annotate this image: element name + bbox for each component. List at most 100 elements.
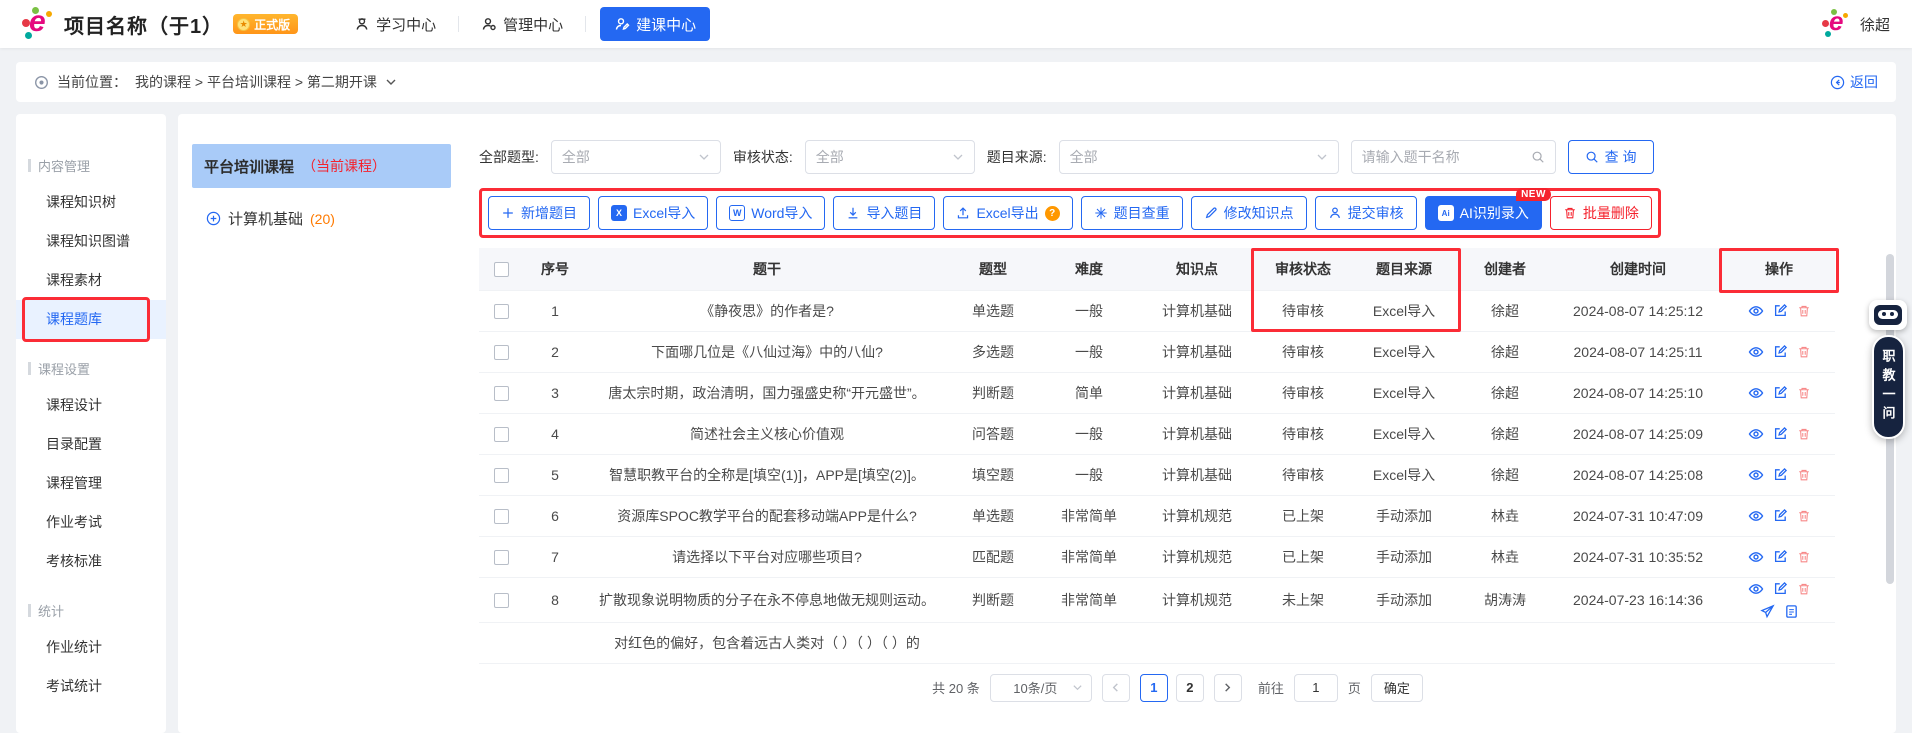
assistant-widget-label[interactable]: 职教一问 — [1871, 335, 1905, 439]
sidebar-item-目录配置[interactable]: 目录配置 — [16, 425, 166, 464]
delete-action-icon[interactable] — [1797, 582, 1811, 596]
row-checkbox[interactable] — [493, 304, 509, 320]
toolbar-button-题目查重[interactable]: 题目查重 — [1080, 196, 1183, 230]
view-action-icon[interactable] — [1748, 549, 1764, 565]
created-time: 2024-08-07 14:25:08 — [1553, 454, 1723, 496]
type-filter-select[interactable]: 全部 — [550, 140, 721, 174]
nav-item-label: 管理中心 — [503, 16, 564, 34]
sidebar-item-课程设计[interactable]: 课程设计 — [16, 386, 166, 425]
stem-search-input[interactable] — [1361, 149, 1531, 165]
status-filter-select[interactable]: 全部 — [804, 140, 975, 174]
delete-action-icon[interactable] — [1797, 550, 1811, 564]
page-number-2[interactable]: 2 — [1175, 673, 1204, 702]
created-time: 2024-07-23 16:14:36 — [1553, 577, 1723, 623]
confirm-button[interactable]: 确定 — [1370, 673, 1423, 702]
row-checkbox[interactable] — [493, 427, 509, 443]
sidebar-item-课程知识树[interactable]: 课程知识树 — [16, 183, 166, 222]
row-checkbox[interactable] — [493, 345, 509, 361]
column-header-序号: 序号 — [523, 248, 587, 290]
row-checkbox[interactable] — [493, 386, 509, 402]
page-size-select[interactable]: 10条/页 — [989, 673, 1092, 702]
nav-item-建课中心[interactable]: 建课中心 — [600, 7, 711, 41]
view-action-icon[interactable] — [1748, 467, 1764, 483]
source-filter-value: 全部 — [1069, 149, 1098, 165]
edit-action-icon[interactable] — [1773, 508, 1788, 523]
sidebar-item-作业统计[interactable]: 作业统计 — [16, 628, 166, 667]
sidebar-section: 内容管理 课程知识树 课程知识图谱 课程素材 课程题库 — [16, 156, 166, 342]
edit-action-icon[interactable] — [1773, 467, 1788, 482]
question-type: 问答题 — [947, 413, 1039, 455]
row-checkbox[interactable] — [493, 593, 509, 609]
question-type: 单选题 — [947, 495, 1039, 537]
row-checkbox[interactable] — [493, 509, 509, 525]
course-tree-current[interactable]: 平台培训课程 （当前课程） — [192, 144, 451, 188]
edit-action-icon[interactable] — [1773, 426, 1788, 441]
sidebar-item-作业考试[interactable]: 作业考试 — [16, 503, 166, 542]
prev-page-button[interactable] — [1101, 673, 1130, 702]
review-status: 待审核 — [1255, 331, 1351, 373]
toolbar-button-导入题目[interactable]: 导入题目 — [833, 196, 936, 230]
sidebar-item-考核标准[interactable]: 考核标准 — [16, 542, 166, 581]
expand-plus-icon[interactable] — [206, 211, 221, 226]
back-button[interactable]: 返回 — [1830, 72, 1878, 92]
row-actions — [1740, 385, 1818, 401]
chevron-right-icon — [1225, 683, 1231, 692]
sidebar-item-考试统计[interactable]: 考试统计 — [16, 667, 166, 706]
delete-action-icon[interactable] — [1797, 304, 1811, 318]
view-action-icon[interactable] — [1748, 344, 1764, 360]
edit-action-icon[interactable] — [1773, 385, 1788, 400]
view-action-icon[interactable] — [1748, 508, 1764, 524]
edit-action-icon[interactable] — [1773, 549, 1788, 564]
export-action-icon[interactable] — [1784, 604, 1799, 619]
row-checkbox[interactable] — [493, 468, 509, 484]
edit-action-icon[interactable] — [1773, 344, 1788, 359]
view-action-icon[interactable] — [1748, 303, 1764, 319]
toolbar-button-Excel导入[interactable]: X Excel导入 — [598, 196, 709, 230]
page-number-1[interactable]: 1 — [1139, 673, 1168, 702]
edit-action-icon[interactable] — [1773, 581, 1788, 596]
current-course-name: 平台培训课程 — [204, 158, 295, 176]
review-status: 待审核 — [1255, 413, 1351, 455]
sidebar-item-课程题库[interactable]: 课程题库 — [16, 297, 166, 342]
question-stem: 唐太宗时期，政治清明，国力强盛史称“开元盛世”。 — [587, 372, 947, 414]
toolbar-button-Word导入[interactable]: W Word导入 — [716, 196, 826, 230]
toolbar-button-提交审核[interactable]: 提交审核 — [1314, 196, 1417, 230]
toolbar-button-修改知识点[interactable]: 修改知识点 — [1190, 196, 1307, 230]
select-all-checkbox[interactable] — [493, 262, 509, 278]
toolbar-button-新增题目[interactable]: 新增题目 — [488, 196, 590, 230]
source-filter-select[interactable]: 全部 — [1058, 140, 1339, 174]
view-action-icon[interactable] — [1748, 385, 1764, 401]
view-action-icon[interactable] — [1748, 426, 1764, 442]
toolbar-button-Excel导出[interactable]: Excel导出? — [943, 196, 1073, 230]
sidebar-item-课程素材[interactable]: 课程素材 — [16, 261, 166, 300]
toolbar-button-label: 提交审核 — [1347, 205, 1404, 221]
delete-action-icon[interactable] — [1797, 509, 1811, 523]
delete-action-icon[interactable] — [1797, 427, 1811, 441]
created-time: 2024-08-07 14:25:11 — [1553, 331, 1723, 373]
chevron-down-icon[interactable] — [385, 76, 397, 88]
row-checkbox[interactable] — [493, 550, 509, 566]
back-icon — [1830, 75, 1845, 90]
sidebar-item-课程知识图谱[interactable]: 课程知识图谱 — [16, 222, 166, 261]
toolbar-button-批量删除[interactable]: 批量删除 — [1549, 196, 1652, 230]
delete-action-icon[interactable] — [1797, 345, 1811, 359]
query-button[interactable]: 查 询 — [1567, 140, 1654, 174]
robot-icon[interactable] — [1869, 300, 1907, 330]
delete-action-icon[interactable] — [1797, 468, 1811, 482]
toolbar-button-label: 修改知识点 — [1223, 205, 1294, 221]
nav-item-学习中心[interactable]: 学习中心 — [346, 14, 444, 35]
edit-action-icon[interactable] — [1773, 303, 1788, 318]
breadcrumb-path[interactable]: 我的课程 > 平台培训课程 > 第二期开课 — [135, 72, 377, 92]
next-page-button[interactable] — [1213, 673, 1242, 702]
toolbar-button-AI识别录入[interactable]: Ai AI识别录入 NEW — [1424, 188, 1551, 230]
header-user[interactable]: e 徐超 — [1821, 6, 1890, 39]
view-action-icon[interactable] — [1748, 581, 1764, 597]
goto-page-input[interactable] — [1293, 673, 1338, 702]
nav-item-管理中心[interactable]: 管理中心 — [473, 14, 571, 35]
sidebar-item-课程管理[interactable]: 课程管理 — [16, 464, 166, 503]
delete-action-icon[interactable] — [1797, 386, 1811, 400]
course-tree-node[interactable]: 计算机基础 (20) — [192, 208, 451, 229]
send-action-icon[interactable] — [1759, 604, 1775, 619]
search-icon[interactable] — [1531, 150, 1545, 164]
question-stem: 资源库SPOC教学平台的配套移动端APP是什么? — [587, 495, 947, 537]
